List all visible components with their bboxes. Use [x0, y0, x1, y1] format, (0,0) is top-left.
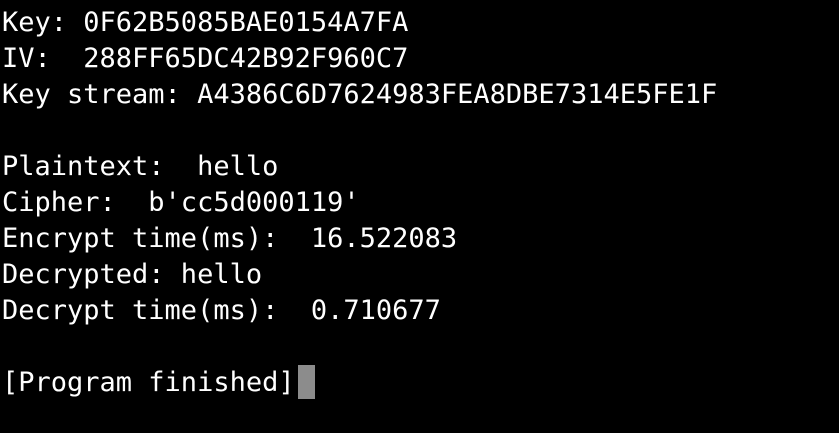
- cipher-line: Cipher: b'cc5d000119': [2, 187, 360, 218]
- key-stream-line: Key stream: A4386C6D7624983FEA8DBE7314E5…: [2, 79, 718, 110]
- terminal-window[interactable]: Key: 0F62B5085BAE0154A7FA IV: 288FF65DC4…: [0, 0, 839, 433]
- decrypted-line: Decrypted: hello: [2, 259, 263, 290]
- decrypt-time-line: Decrypt time(ms): 0.710677: [2, 295, 441, 326]
- terminal-output: Key: 0F62B5085BAE0154A7FA IV: 288FF65DC4…: [2, 5, 717, 401]
- program-finished-text: [Program finished]: [2, 367, 295, 398]
- program-finished-line: [Program finished]: [2, 365, 717, 401]
- encrypt-time-line: Encrypt time(ms): 16.522083: [2, 223, 458, 254]
- key-line: Key: 0F62B5085BAE0154A7FA: [2, 7, 409, 38]
- terminal-cursor: [297, 365, 315, 399]
- plaintext-line: Plaintext: hello: [2, 151, 279, 182]
- iv-line: IV: 288FF65DC42B92F960C7: [2, 43, 409, 74]
